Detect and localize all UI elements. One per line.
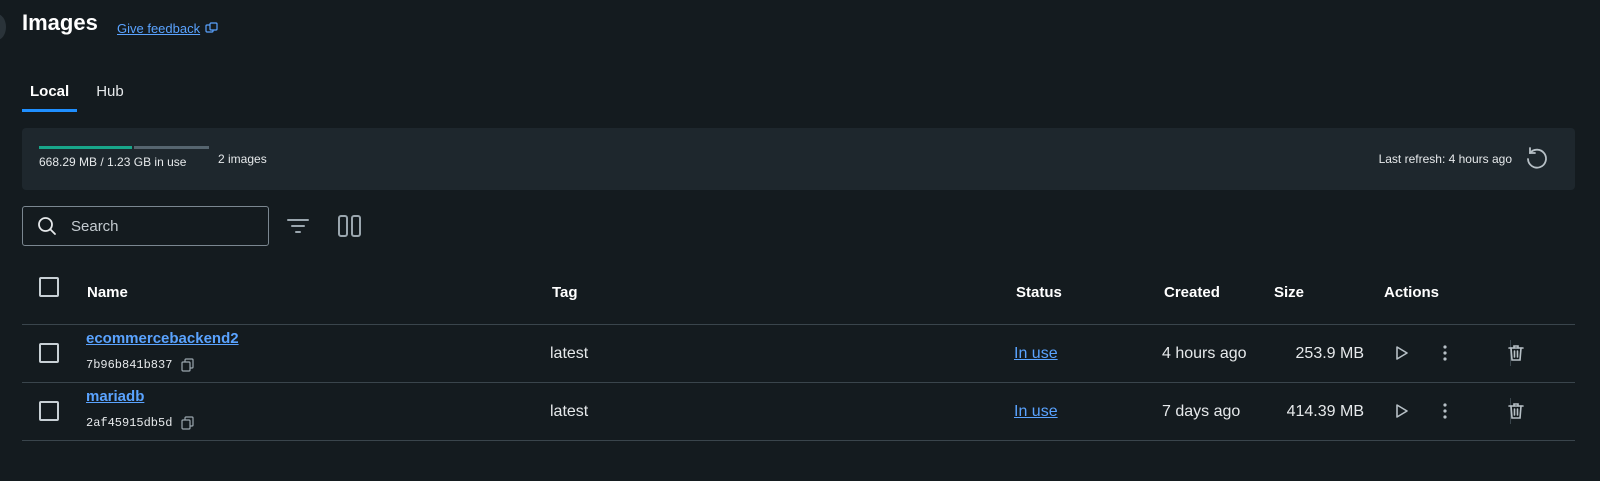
col-header-size[interactable]: Size <box>1274 284 1304 301</box>
row-checkbox[interactable] <box>39 343 59 363</box>
image-id: 7b96b841b837 <box>86 358 195 372</box>
created-time: 4 hours ago <box>1162 345 1247 362</box>
tab-local[interactable]: Local <box>22 80 78 112</box>
col-header-created[interactable]: Created <box>1164 284 1220 301</box>
copy-icon[interactable] <box>181 416 195 430</box>
table-row: mariadb 2af45915db5d latest In use 7 day… <box>22 382 1575 441</box>
image-size: 414.39 MB <box>1286 403 1364 420</box>
more-vertical-icon[interactable] <box>1434 342 1456 364</box>
row-checkbox[interactable] <box>39 401 59 421</box>
tab-bar: Local Hub <box>22 80 143 112</box>
search-input[interactable] <box>69 216 253 236</box>
image-name-link[interactable]: mariadb <box>86 388 144 405</box>
page-title: Images <box>22 10 98 35</box>
tab-hub[interactable]: Hub <box>88 80 132 112</box>
image-id: 2af45915db5d <box>86 416 195 430</box>
last-refresh-text: Last refresh: 4 hours ago <box>1378 152 1512 166</box>
status-link[interactable]: In use <box>1014 403 1058 421</box>
table-row: ecommercebackend2 7b96b841b837 latest In… <box>22 324 1575 383</box>
refresh-icon[interactable] <box>1523 144 1551 172</box>
image-tag: latest <box>550 403 589 420</box>
created-time: 7 days ago <box>1162 403 1241 420</box>
images-count: 2 images <box>218 152 267 166</box>
columns-icon[interactable] <box>335 211 365 241</box>
col-header-actions: Actions <box>1384 284 1440 301</box>
col-header-status[interactable]: Status <box>1016 284 1062 301</box>
feedback-external-icon <box>205 22 218 33</box>
disk-usage-summary: 668.29 MB / 1.23 GB in use 2 images Last… <box>22 128 1575 190</box>
search-icon <box>38 217 56 235</box>
image-id-text: 2af45915db5d <box>86 416 173 430</box>
status-link[interactable]: In use <box>1014 345 1058 363</box>
edge-avatar <box>0 14 6 40</box>
image-id-text: 7b96b841b837 <box>86 358 173 372</box>
usage-bar-used <box>39 146 132 149</box>
trash-icon[interactable] <box>1505 342 1527 364</box>
col-header-tag[interactable]: Tag <box>552 284 578 301</box>
play-icon[interactable] <box>1390 342 1412 364</box>
usage-bar-remaining <box>134 146 209 149</box>
col-header-name[interactable]: Name <box>87 284 128 301</box>
table-header: Name Tag Status Created Size Actions <box>22 270 1575 325</box>
image-size: 253.9 MB <box>1295 345 1364 362</box>
search-box[interactable] <box>22 206 269 246</box>
give-feedback-link[interactable]: Give feedback <box>117 21 218 36</box>
copy-icon[interactable] <box>181 358 195 372</box>
filter-icon[interactable] <box>283 211 313 241</box>
image-tag: latest <box>550 345 589 362</box>
trash-icon[interactable] <box>1505 400 1527 422</box>
give-feedback-label: Give feedback <box>117 21 201 36</box>
usage-text: 668.29 MB / 1.23 GB in use <box>39 155 187 169</box>
select-all-checkbox[interactable] <box>39 277 59 297</box>
play-icon[interactable] <box>1390 400 1412 422</box>
image-name-link[interactable]: ecommercebackend2 <box>86 330 239 347</box>
more-vertical-icon[interactable] <box>1434 400 1456 422</box>
